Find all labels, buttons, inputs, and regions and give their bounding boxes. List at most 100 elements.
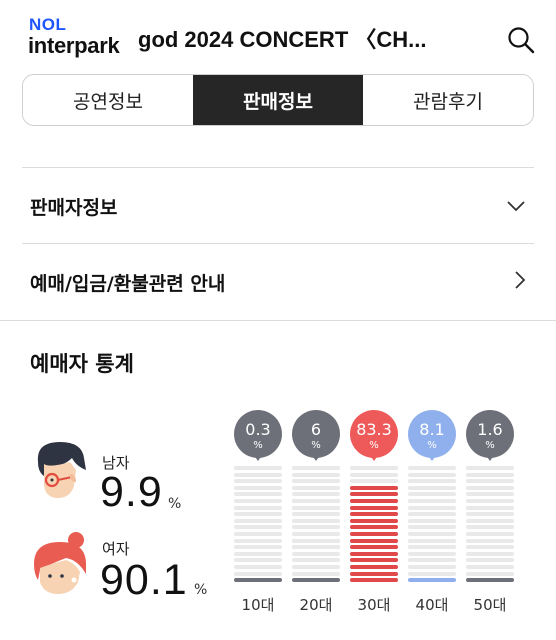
bar-segment <box>292 479 340 484</box>
seller-info-label: 판매자정보 <box>30 196 118 219</box>
seller-info-row[interactable]: 판매자정보 <box>22 168 534 244</box>
age-group-20s: 6 % 20대 <box>292 410 340 614</box>
age-percent-sign: % <box>253 440 263 451</box>
bar-segment <box>408 518 456 523</box>
bar-segment <box>466 499 514 503</box>
bar-segment <box>234 578 282 583</box>
bar-segment <box>466 545 514 550</box>
bar-segment <box>350 538 398 543</box>
bar-segment <box>466 479 514 484</box>
bar-segment <box>408 571 456 576</box>
bar-segment <box>350 492 398 497</box>
bar-segment <box>350 558 398 563</box>
age-label: 20대 <box>299 596 333 614</box>
male-percentage: 9.9 <box>100 468 163 516</box>
bar-segment <box>408 551 456 556</box>
bar-segment <box>234 512 282 517</box>
bar-segment <box>350 512 398 517</box>
bar-segment <box>408 472 456 477</box>
bar-segment <box>350 525 398 530</box>
age-bubble: 0.3 % <box>234 410 282 458</box>
bar-segment <box>466 578 514 583</box>
booking-guide-row[interactable]: 예매/입금/환불관련 안내 <box>22 244 534 320</box>
age-bubble: 83.3 % <box>350 410 398 458</box>
bar-segment <box>466 472 514 477</box>
age-percentage: 8.1 <box>419 420 445 439</box>
female-percentage: 90.1 <box>100 556 188 604</box>
age-label: 30대 <box>357 596 391 614</box>
female-percent-unit: % <box>194 582 208 598</box>
bar-segment <box>466 525 514 530</box>
bar-segment <box>466 492 514 497</box>
page-title: god 2024 CONCERT 〈CH... <box>138 27 427 52</box>
bar-segment <box>408 538 456 543</box>
tab-reviews[interactable]: 관람후기 <box>363 75 533 125</box>
age-group-50s: 1.6 % 50대 <box>466 410 514 614</box>
bar-segment <box>466 505 514 510</box>
tab-sales-info[interactable]: 판매정보 <box>193 75 363 125</box>
age-label: 50대 <box>473 596 507 614</box>
male-avatar-icon <box>26 436 92 502</box>
bar-segment <box>466 518 514 523</box>
age-bar <box>234 466 282 588</box>
bar-segment <box>292 518 340 523</box>
bubble-tail <box>427 454 437 461</box>
bar-segment <box>466 558 514 563</box>
bar-segment <box>292 558 340 563</box>
age-bar <box>350 466 398 588</box>
bar-segment <box>292 565 340 569</box>
bubble-tail <box>311 454 321 461</box>
logo-interpark-text: interpark <box>28 33 120 58</box>
bar-segment <box>408 565 456 569</box>
bar-segment <box>234 571 282 576</box>
bar-segment <box>292 512 340 517</box>
tab-performance-info[interactable]: 공연정보 <box>23 75 193 125</box>
bar-segment <box>292 466 340 470</box>
bubble-tail <box>485 454 495 461</box>
bar-segment <box>350 551 398 556</box>
bar-segment <box>234 538 282 543</box>
bar-segment <box>408 466 456 470</box>
bar-segment <box>350 472 398 477</box>
age-bar <box>466 466 514 588</box>
age-group-10s: 0.3 % 10대 <box>234 410 282 614</box>
bar-segment <box>408 558 456 563</box>
bar-segment <box>408 525 456 530</box>
bar-segment <box>234 558 282 563</box>
male-percent-unit: % <box>168 496 182 512</box>
bar-segment <box>234 466 282 470</box>
bar-segment <box>350 545 398 550</box>
bar-segment <box>234 565 282 569</box>
age-bubble: 8.1 % <box>408 410 456 458</box>
bar-segment <box>408 485 456 490</box>
bar-segment <box>234 479 282 484</box>
bar-segment <box>350 505 398 510</box>
bar-segment <box>292 492 340 497</box>
age-bubble: 6 % <box>292 410 340 458</box>
bar-segment <box>408 479 456 484</box>
bar-segment <box>234 532 282 536</box>
bar-segment <box>350 466 398 470</box>
bar-segment <box>466 512 514 517</box>
bar-segment <box>292 571 340 576</box>
bar-segment <box>408 492 456 497</box>
bubble-tail <box>369 454 379 461</box>
age-percent-sign: % <box>369 440 379 451</box>
bar-segment <box>408 532 456 536</box>
age-bar <box>292 466 340 588</box>
bar-segment <box>234 499 282 503</box>
info-tabs: 공연정보 판매정보 관람후기 <box>22 74 534 126</box>
age-percentage: 0.3 <box>245 420 271 439</box>
bar-segment <box>408 578 456 583</box>
bar-segment <box>466 485 514 490</box>
age-percentage: 6 <box>310 420 322 439</box>
search-icon[interactable] <box>506 25 536 55</box>
bar-segment <box>292 551 340 556</box>
age-group-30s: 83.3 % 30대 <box>350 410 398 614</box>
bar-segment <box>350 518 398 523</box>
chevron-down-icon <box>506 197 526 216</box>
bar-segment <box>408 505 456 510</box>
nol-interpark-logo[interactable]: NOL interpark <box>28 16 126 58</box>
bar-segment <box>350 571 398 576</box>
bar-segment <box>292 485 340 490</box>
